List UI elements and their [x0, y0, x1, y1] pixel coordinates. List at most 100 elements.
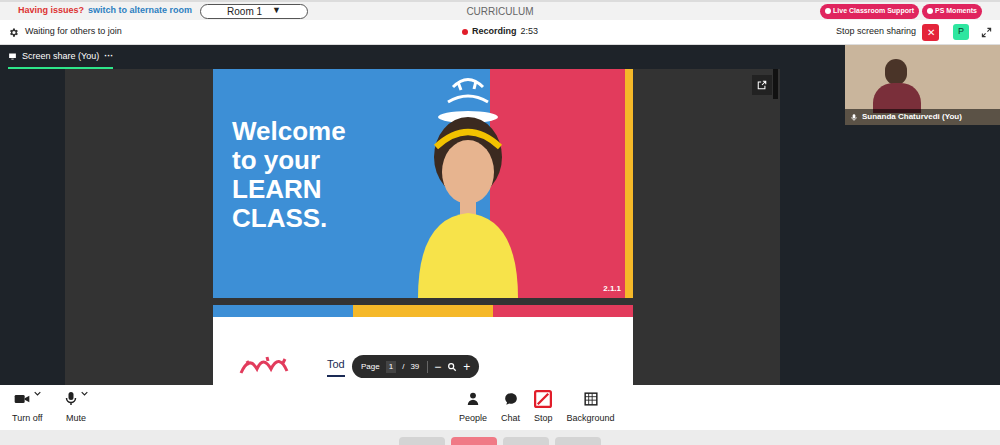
page-total: 39	[410, 361, 428, 373]
top-title: CURRICULUM	[466, 4, 533, 19]
slide-title-line: LEARN	[232, 175, 346, 204]
slide-yellow-strip	[625, 69, 633, 298]
app: Having issues? switch to alternate room …	[0, 0, 1000, 445]
dock-strip	[0, 430, 1000, 445]
mic-icon	[850, 113, 858, 122]
alt-room-link[interactable]: switch to alternate room	[88, 4, 192, 18]
video-name: Sunanda Chaturvedi (You)	[862, 111, 962, 123]
mic-button[interactable]: Mute	[65, 390, 88, 426]
open-external-button[interactable]	[752, 75, 772, 95]
top-left: Having issues? switch to alternate room …	[18, 4, 466, 19]
stop-icon	[534, 390, 552, 408]
status-left: Waiting for others to join	[8, 25, 462, 39]
pill-label: PS Moments	[935, 6, 977, 17]
slide-title-line: Welcome	[232, 117, 346, 146]
tab-menu[interactable]: ···	[104, 50, 113, 64]
stripe-blue	[213, 305, 353, 317]
stop-button[interactable]: Stop	[534, 390, 553, 426]
gear-icon[interactable]	[8, 27, 19, 38]
camera-button[interactable]: Turn off	[12, 390, 43, 426]
stage: Screen share (You) ··· Welcometo yourLEA…	[0, 45, 1000, 385]
chat-button[interactable]: Chat	[501, 390, 520, 426]
child-figure-icon	[398, 77, 538, 298]
control-icon-row	[504, 390, 518, 408]
slide-title-line: to your	[232, 146, 346, 175]
top-buttons: Live Classroom Support PS Moments	[534, 4, 982, 19]
control-label: Background	[567, 412, 615, 426]
top-pill-button[interactable]: PS Moments	[922, 4, 982, 19]
left-controls: Turn off Mute	[12, 390, 459, 426]
stripe-pink	[493, 305, 633, 317]
control-icon-row	[466, 390, 480, 408]
chevron-icon[interactable]	[34, 390, 41, 396]
slide-title: Welcometo yourLEARNCLASS.	[232, 117, 346, 233]
dock-item[interactable]	[503, 437, 549, 445]
pill-label: Live Classroom Support	[833, 6, 914, 17]
zoom-out-button[interactable]: −	[434, 358, 441, 376]
left-gutter	[0, 69, 65, 385]
control-icon-row	[65, 390, 88, 408]
issue-text: Having issues?	[18, 4, 84, 18]
recording-time: 2:53	[521, 25, 539, 39]
background-button[interactable]: Background	[567, 390, 615, 426]
people-icon	[466, 390, 480, 408]
slide-title-line: CLASS.	[232, 204, 346, 233]
people-button[interactable]: People	[459, 390, 487, 426]
top-bar: Having issues? switch to alternate room …	[0, 0, 1000, 20]
external-link-icon	[757, 80, 767, 90]
video-name-bar: Sunanda Chaturvedi (You)	[845, 109, 1000, 125]
fullscreen-icon[interactable]	[981, 27, 992, 38]
pill-dot-icon	[825, 8, 831, 14]
status-right: Stop screen sharing ✕ P	[538, 24, 992, 41]
avatar-badge[interactable]: P	[953, 24, 969, 40]
screen-share-tab[interactable]: Screen share (You) ···	[8, 50, 113, 70]
mic-icon	[65, 390, 77, 408]
control-icon-row	[534, 390, 552, 408]
status-bar: Waiting for others to join Recording 2:5…	[0, 20, 1000, 45]
page: {"top_bar": {"issue_text": "Having issue…	[0, 0, 1000, 445]
zoom-in-button[interactable]: +	[463, 358, 470, 376]
zoom-icon[interactable]	[447, 362, 457, 372]
slide-column: Welcometo yourLEARNCLASS.	[213, 69, 633, 385]
video-person-head	[885, 59, 907, 85]
page-label: Page	[361, 361, 380, 373]
recording-indicator: Recording 2:53	[462, 25, 538, 39]
dock-item[interactable]	[555, 437, 601, 445]
control-bar: Turn off Mute People Chat Stop Background	[0, 385, 1000, 430]
slide-code: 2.1.1	[603, 283, 621, 295]
screen-icon	[8, 52, 17, 61]
room-arrow: ▼	[272, 4, 281, 18]
self-video-tile: Sunanda Chaturvedi (You)	[845, 45, 1000, 125]
camera-icon	[14, 390, 30, 408]
page-input[interactable]: 1	[386, 361, 396, 373]
control-icon-row	[14, 390, 41, 408]
stop-share-button[interactable]: ✕	[922, 24, 939, 41]
welcome-slide: Welcometo yourLEARNCLASS.	[213, 69, 633, 298]
control-label: Chat	[501, 412, 520, 426]
room-label: Room 1	[227, 4, 262, 19]
control-icon-row	[584, 390, 598, 408]
agenda-heading: Tod	[327, 356, 345, 378]
scrollbar-thumb[interactable]	[773, 69, 778, 99]
recording-dot	[462, 29, 468, 35]
shared-document: Welcometo yourLEARNCLASS.	[65, 69, 780, 385]
chevron-icon[interactable]	[81, 390, 88, 396]
room-select[interactable]: Room 1 ▼	[200, 4, 308, 19]
chat-icon	[504, 390, 518, 408]
top-pill-button[interactable]: Live Classroom Support	[820, 4, 919, 19]
center-controls: People Chat Stop Background	[459, 390, 615, 426]
control-label: Stop	[534, 412, 553, 426]
waiting-text: Waiting for others to join	[25, 25, 122, 39]
recording-label: Recording	[472, 25, 517, 39]
pill-dot-icon	[927, 8, 933, 14]
slide-stripe	[213, 305, 633, 317]
stripe-yellow	[353, 305, 493, 317]
dock-item[interactable]	[451, 437, 497, 445]
doodle-icon	[237, 353, 297, 377]
dock-item[interactable]	[399, 437, 445, 445]
control-label: People	[459, 412, 487, 426]
stop-share-text[interactable]: Stop screen sharing	[836, 25, 916, 39]
control-label: Mute	[66, 412, 86, 426]
control-label: Turn off	[12, 412, 43, 426]
page-toolbar: Page 1 / 39 − +	[352, 355, 479, 378]
